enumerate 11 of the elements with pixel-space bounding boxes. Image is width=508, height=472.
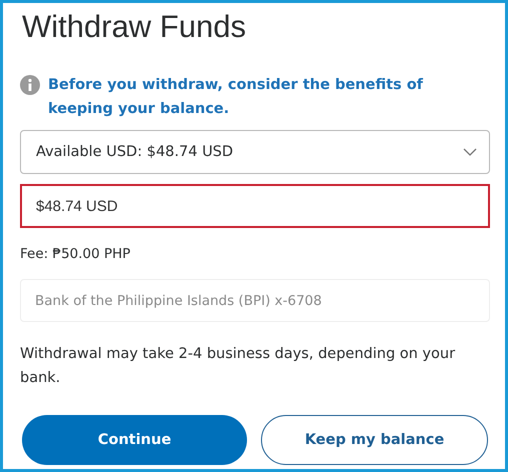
page-title: Withdraw Funds — [22, 8, 247, 46]
keep-balance-button[interactable]: Keep my balance — [261, 415, 488, 465]
fee-text: Fee: ₱50.00 PHP — [20, 246, 132, 262]
info-icon — [20, 75, 40, 95]
chevron-down-icon — [463, 148, 477, 156]
balance-dropdown[interactable]: Available USD: $48.74 USD — [20, 130, 490, 174]
bank-field[interactable]: Bank of the Philippine Islands (BPI) x-6708 — [20, 279, 490, 322]
withdrawal-note: Withdrawal may take 2-4 business days, depending on your bank. — [20, 345, 456, 388]
continue-button[interactable]: Continue — [22, 415, 247, 465]
info-message: Before you withdraw, consider the benefits of keeping your balance. — [48, 76, 424, 119]
amount-field[interactable]: $48.74 USD — [20, 184, 490, 228]
